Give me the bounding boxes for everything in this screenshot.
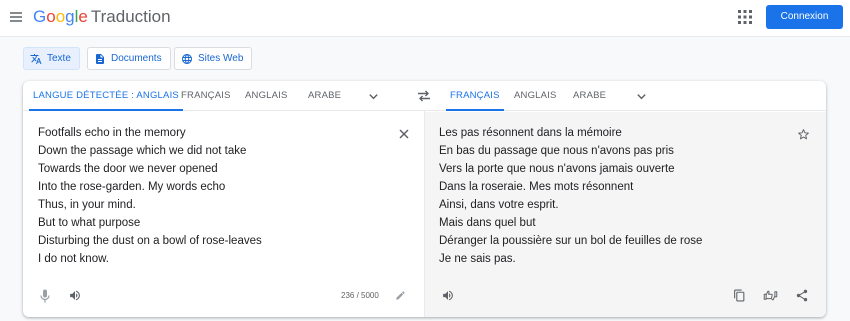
source-line: I do not know. xyxy=(38,253,109,265)
chevron-down-icon[interactable] xyxy=(368,91,379,102)
top-bar: Google Traduction Connexion xyxy=(0,0,850,37)
sign-in-button[interactable]: Connexion xyxy=(766,5,843,29)
source-line: Disturbing the dust on a bowl of rose-le… xyxy=(38,235,262,247)
chevron-down-icon[interactable] xyxy=(636,91,647,102)
globe-icon xyxy=(182,53,192,64)
logo-letter: o xyxy=(46,7,56,26)
apps-grid-icon[interactable] xyxy=(738,10,752,24)
source-lang-detected-tab[interactable]: LANGUE DÉTECTÉE : ANGLAIS xyxy=(29,81,183,111)
source-line: Down the passage which we did not take xyxy=(38,145,247,157)
translated-line: Dans la roseraie. Mes mots résonnent xyxy=(439,181,634,193)
logo-letter: G xyxy=(33,7,47,26)
swap-languages-icon[interactable] xyxy=(417,90,431,102)
copy-icon[interactable] xyxy=(733,288,746,303)
mode-websites-button[interactable]: Sites Web xyxy=(174,47,253,70)
source-lang-arabic-tab[interactable]: ARABE xyxy=(308,81,341,111)
target-lang-french-tab[interactable]: FRANÇAIS xyxy=(446,81,504,111)
product-name: Traduction xyxy=(90,7,171,26)
clear-text-icon[interactable] xyxy=(399,129,409,139)
translated-line: Je ne sais pas. xyxy=(439,253,516,265)
logo-letter: e xyxy=(78,7,88,26)
microphone-icon[interactable] xyxy=(40,289,50,303)
logo-letter: o xyxy=(55,7,66,26)
mode-documents-button[interactable]: Documents xyxy=(87,47,171,70)
translation-card: LANGUE DÉTECTÉE : ANGLAIS FRANÇAIS ANGLA… xyxy=(23,81,826,317)
target-lang-english-tab[interactable]: ANGLAIS xyxy=(514,81,557,111)
translated-line: Déranger la poussière sur un bol de feui… xyxy=(439,235,703,247)
translated-text-output: Les pas résonnent dans la mémoire En bas… xyxy=(439,124,779,268)
source-line: Thus, in your mind. xyxy=(38,199,136,211)
character-counter: 236 / 5000 xyxy=(341,291,379,300)
translated-line: Ainsi, dans votre esprit. xyxy=(439,199,559,211)
mode-text-button[interactable]: Texte xyxy=(23,47,80,70)
feedback-thumbs-icon[interactable] xyxy=(763,288,778,303)
source-lang-english-tab[interactable]: ANGLAIS xyxy=(245,81,288,111)
source-line: Towards the door we never opened xyxy=(38,163,218,175)
star-icon[interactable] xyxy=(797,128,810,141)
mode-label: Texte xyxy=(47,53,71,64)
source-line: But to what purpose xyxy=(38,217,141,229)
target-lang-arabic-tab[interactable]: ARABE xyxy=(573,81,606,111)
language-bar: LANGUE DÉTECTÉE : ANGLAIS FRANÇAIS ANGLA… xyxy=(23,81,826,111)
mode-label: Documents xyxy=(111,53,162,64)
translated-line: En bas du passage que nous n'avons pas p… xyxy=(439,145,674,157)
google-translate-logo[interactable]: Google Traduction xyxy=(33,7,171,27)
source-line: Into the rose-garden. My words echo xyxy=(38,181,226,193)
translated-line: Vers la porte que nous n'avons jamais ou… xyxy=(439,163,675,175)
translated-line: Les pas résonnent dans la mémoire xyxy=(439,127,622,139)
logo-letter: g xyxy=(65,7,75,26)
source-text-input[interactable]: Footfalls echo in the memory Down the pa… xyxy=(38,124,378,268)
translate-icon xyxy=(30,53,42,64)
source-line: Footfalls echo in the memory xyxy=(38,127,186,139)
pencil-icon[interactable] xyxy=(395,290,406,301)
translated-line: Mais dans quel but xyxy=(439,217,536,229)
share-icon[interactable] xyxy=(795,288,809,303)
mode-label: Sites Web xyxy=(198,53,244,64)
hamburger-menu-icon[interactable] xyxy=(8,9,24,25)
speaker-icon[interactable] xyxy=(441,289,455,302)
source-lang-french-tab[interactable]: FRANÇAIS xyxy=(181,81,231,111)
document-icon xyxy=(96,53,104,64)
speaker-icon[interactable] xyxy=(68,289,82,302)
